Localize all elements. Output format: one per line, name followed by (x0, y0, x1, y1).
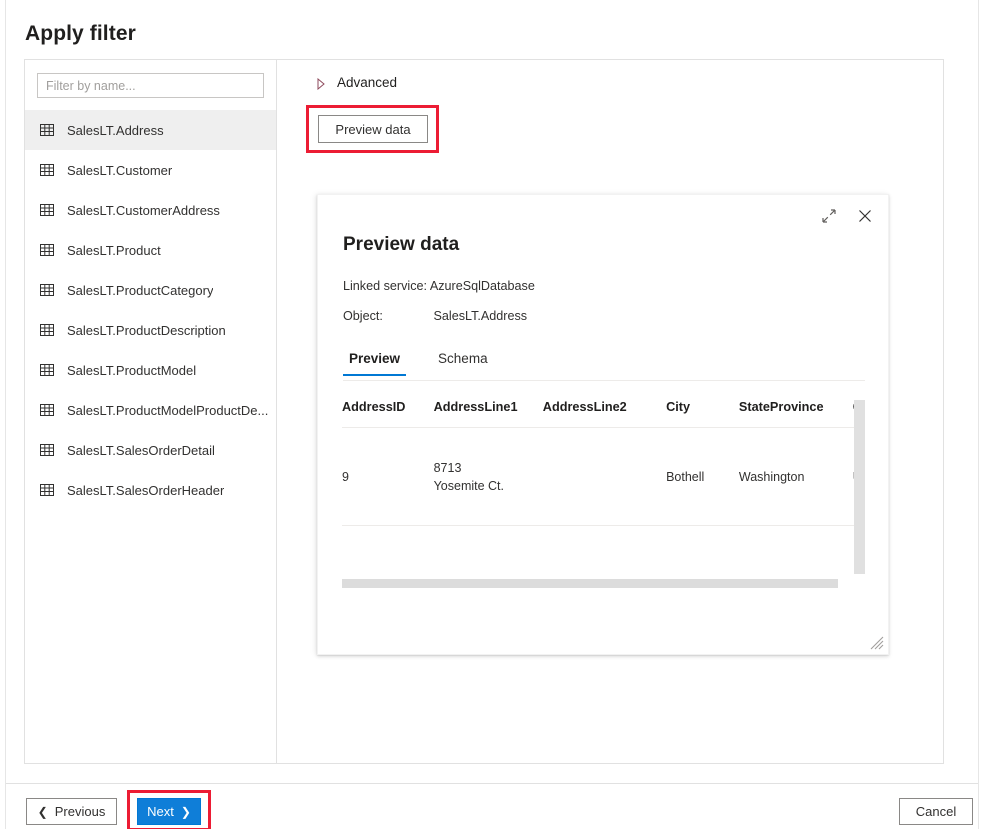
filter-field-wrapper (25, 60, 276, 109)
content-panel: SalesLT.Address SalesLT.Customer SalesLT.C… (24, 59, 944, 764)
preview-data-title: Preview data (343, 234, 459, 256)
table-icon (39, 282, 55, 298)
chevron-right-icon: ❯ (181, 806, 191, 818)
list-item[interactable]: SalesLT.Address (25, 110, 276, 150)
column-header: AddressLine2 (543, 400, 666, 428)
table-cell (543, 428, 666, 526)
column-header: City (666, 400, 739, 428)
linked-service-value: AzureSqlDatabase (430, 279, 535, 293)
list-item[interactable]: SalesLT.SalesOrderHeader (25, 470, 276, 510)
list-item-label: SalesLT.CustomerAddress (67, 203, 220, 218)
preview-data-table: AddressIDAddressLine1AddressLine2CitySta… (342, 400, 854, 526)
next-button-label: Next (147, 804, 174, 819)
table-header-row: AddressIDAddressLine1AddressLine2CitySta… (342, 400, 854, 428)
linked-service-label: Linked service: (343, 279, 427, 293)
table-cell: 9 (342, 428, 434, 526)
column-header: StateProvince (739, 400, 853, 428)
close-icon[interactable] (854, 205, 876, 227)
list-item-label: SalesLT.SalesOrderDetail (67, 443, 215, 458)
table-icon (39, 242, 55, 258)
list-item[interactable]: SalesLT.ProductModel (25, 350, 276, 390)
search-input[interactable] (37, 73, 264, 98)
list-item-label: SalesLT.Product (67, 243, 161, 258)
table-icon (39, 402, 55, 418)
window-border-right (978, 0, 979, 829)
preview-data-button[interactable]: Preview data (318, 115, 428, 143)
list-item-label: SalesLT.Address (67, 123, 164, 138)
table-icon (39, 322, 55, 338)
list-item-label: SalesLT.ProductModelProductDe... (67, 403, 268, 418)
resize-handle[interactable] (870, 636, 884, 650)
table-icon (39, 482, 55, 498)
window-border-left (5, 0, 6, 829)
table-icon (39, 122, 55, 138)
column-header: AddressID (342, 400, 434, 428)
grid-vertical-scrollbar[interactable] (854, 400, 865, 574)
object-label: Object: (343, 309, 430, 323)
list-item-label: SalesLT.ProductCategory (67, 283, 213, 298)
advanced-expander[interactable]: Advanced (316, 75, 397, 90)
list-item[interactable]: SalesLT.Customer (25, 150, 276, 190)
list-item[interactable]: SalesLT.ProductCategory (25, 270, 276, 310)
next-button[interactable]: Next ❯ (137, 798, 201, 825)
object-value: SalesLT.Address (434, 309, 528, 323)
tab-schema[interactable]: Schema (432, 350, 494, 375)
linked-service-row: Linked service: AzureSqlDatabase (343, 279, 535, 293)
table-cell: Bothell (666, 428, 739, 526)
list-item[interactable]: SalesLT.ProductDescription (25, 310, 276, 350)
grid-horizontal-scroll-thumb[interactable] (342, 579, 838, 588)
list-item[interactable]: SalesLT.CustomerAddress (25, 190, 276, 230)
advanced-label: Advanced (337, 75, 397, 90)
column-header: AddressLine1 (434, 400, 543, 428)
table-icon (39, 162, 55, 178)
table-icon (39, 202, 55, 218)
list-item-label: SalesLT.ProductModel (67, 363, 196, 378)
table-icon (39, 442, 55, 458)
chevron-left-icon: ❮ (38, 806, 48, 818)
footer-divider (6, 783, 978, 784)
list-item[interactable]: SalesLT.Product (25, 230, 276, 270)
grid-vertical-scroll-thumb[interactable] (854, 400, 865, 574)
previous-button[interactable]: ❮ Previous (26, 798, 117, 825)
list-item-label: SalesLT.Customer (67, 163, 172, 178)
table-list-sidebar: SalesLT.Address SalesLT.Customer SalesLT.C… (25, 60, 277, 763)
apply-filter-dialog: Apply filter SalesLT.Address SalesLT.Cust… (0, 0, 985, 829)
tab-preview[interactable]: Preview (343, 350, 406, 375)
preview-grid-wrapper: AddressIDAddressLine1AddressLine2CitySta… (342, 400, 865, 574)
page-title: Apply filter (25, 22, 136, 46)
expand-icon[interactable] (818, 205, 840, 227)
table-cell: 8713 Yosemite Ct. (434, 428, 543, 526)
table-list: SalesLT.Address SalesLT.Customer SalesLT.C… (25, 110, 276, 510)
table-icon (39, 362, 55, 378)
list-item-label: SalesLT.SalesOrderHeader (67, 483, 224, 498)
list-item[interactable]: SalesLT.SalesOrderDetail (25, 430, 276, 470)
chevron-right-icon (316, 77, 326, 89)
table-row: 98713 Yosemite Ct.BothellWashingtonUnite… (342, 428, 854, 526)
list-item-label: SalesLT.ProductDescription (67, 323, 226, 338)
preview-data-panel: Preview data Linked service: AzureSqlDat… (317, 194, 889, 655)
preview-schema-tabs: Preview Schema (343, 350, 865, 381)
dialog-toolbar (818, 205, 876, 227)
object-row: Object: SalesLT.Address (343, 309, 527, 323)
table-cell: Washington (739, 428, 853, 526)
right-content-area: Advanced Preview data (278, 60, 943, 763)
cancel-button[interactable]: Cancel (899, 798, 973, 825)
preview-grid-viewport: AddressIDAddressLine1AddressLine2CitySta… (342, 400, 854, 574)
grid-horizontal-scrollbar[interactable] (342, 579, 859, 588)
previous-button-label: Previous (55, 804, 106, 819)
list-item[interactable]: SalesLT.ProductModelProductDe... (25, 390, 276, 430)
